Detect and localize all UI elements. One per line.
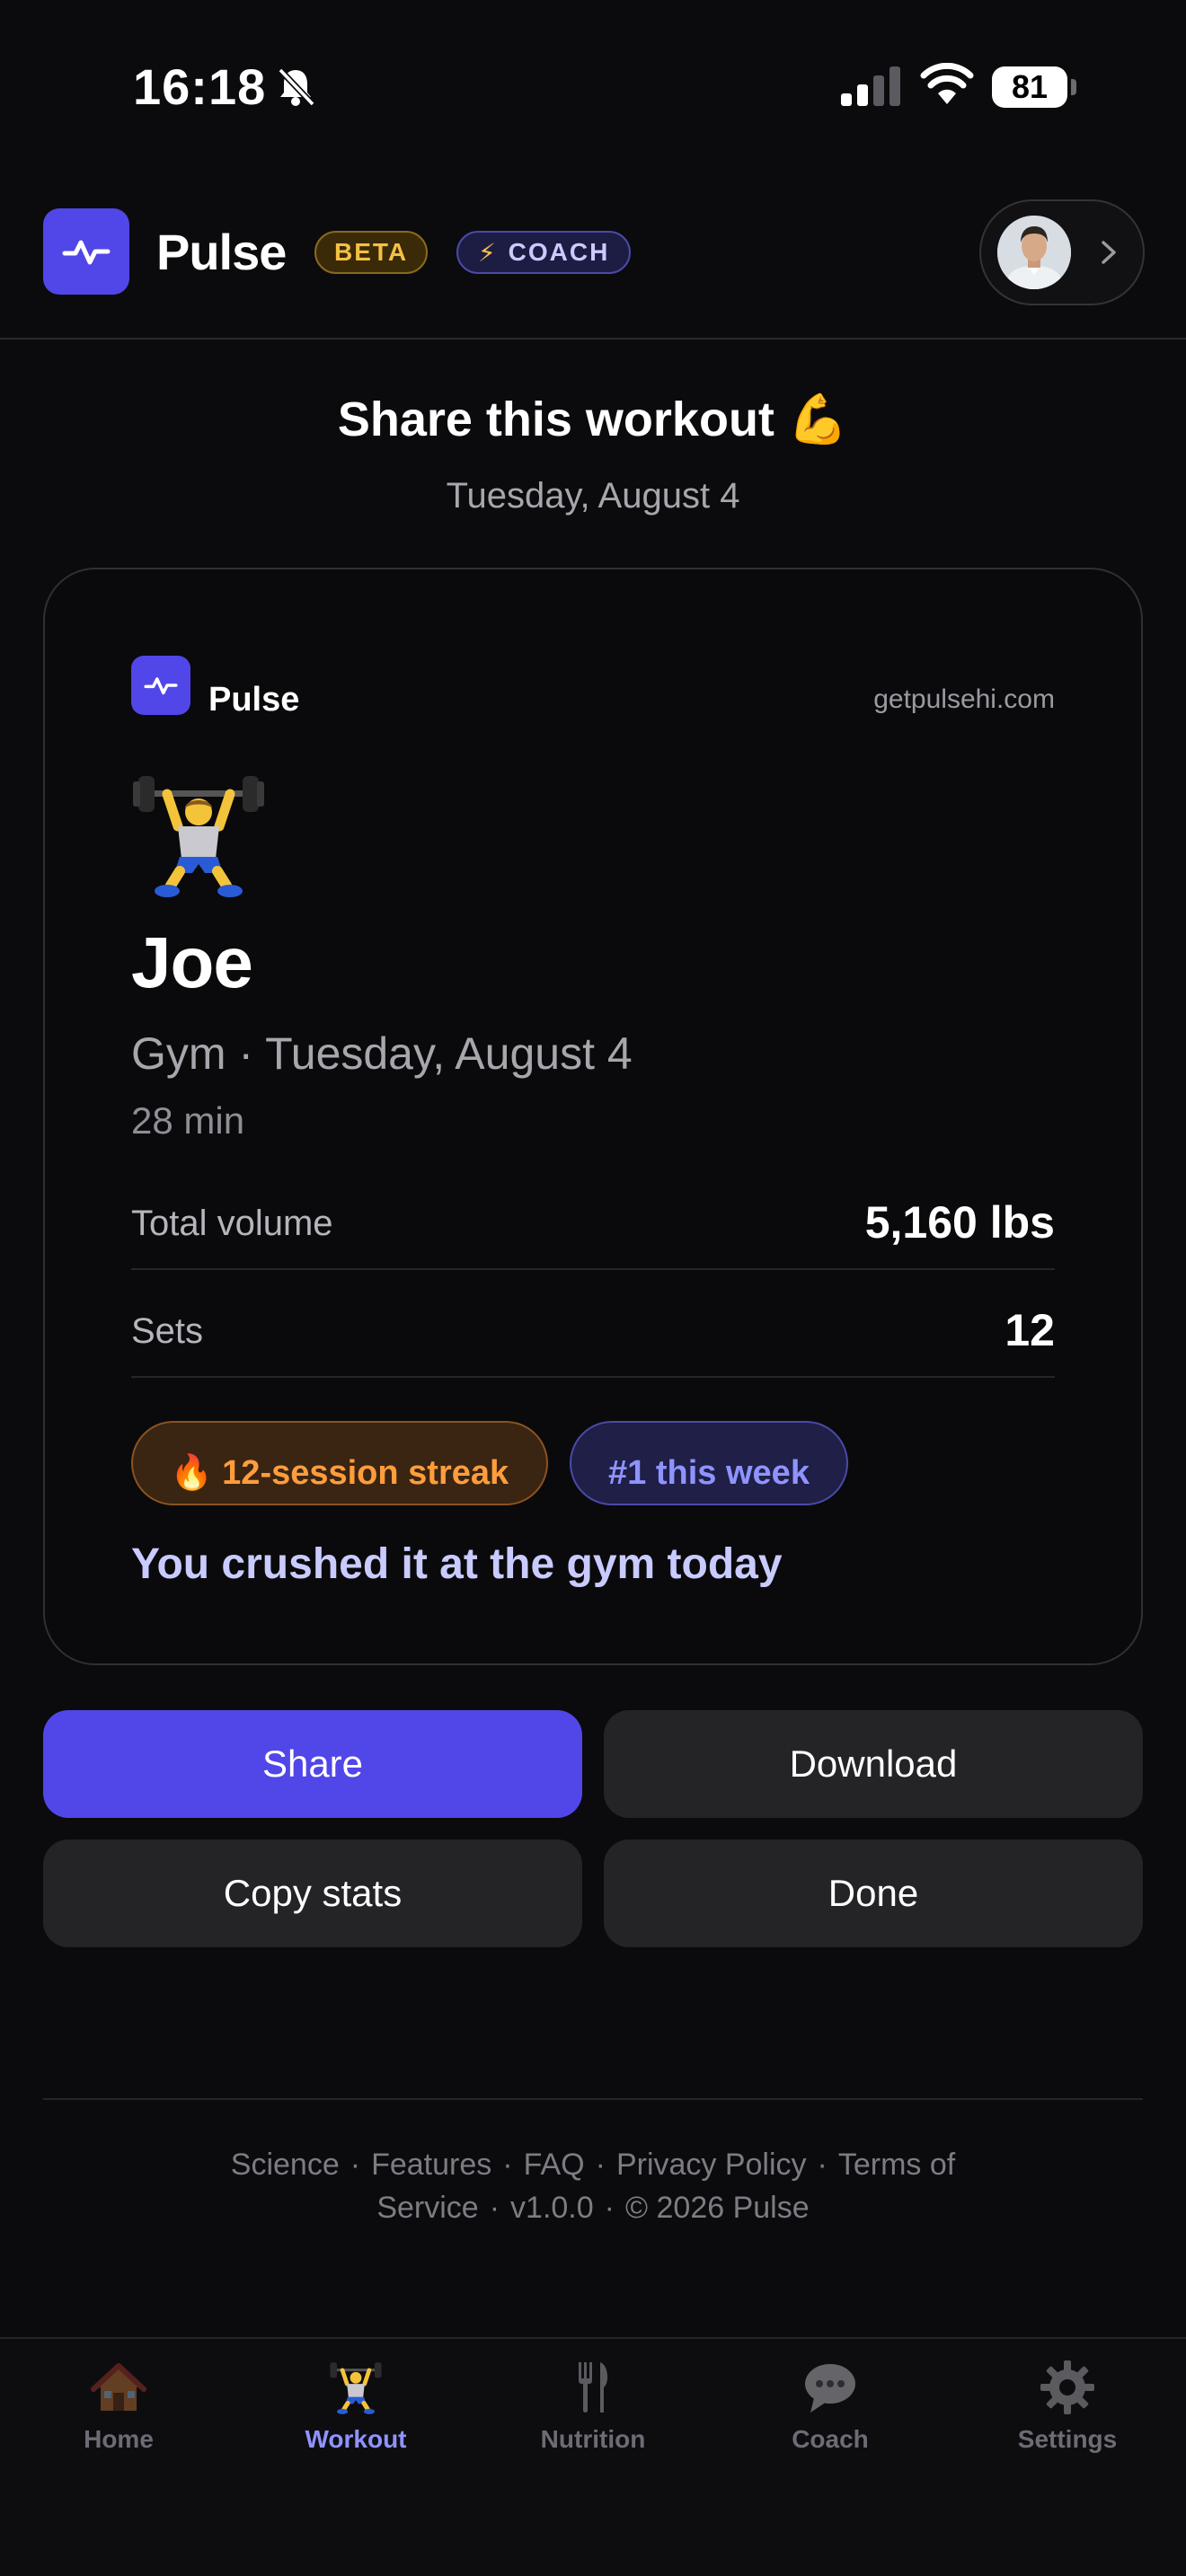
footer-link-privacy[interactable]: Privacy Policy (616, 2148, 807, 2182)
chevron-right-icon (1102, 241, 1116, 264)
fire-icon: 🔥 (170, 1454, 214, 1492)
speech-bubble-icon (805, 2364, 855, 2413)
profile-button[interactable] (979, 199, 1145, 305)
stat-label: Sets (131, 1311, 204, 1351)
stat-value: 12 (1005, 1305, 1055, 1355)
tab-label: Nutrition (540, 2425, 646, 2453)
stat-value: 5,160 lbs (864, 1197, 1055, 1248)
battery-cap (1071, 79, 1076, 95)
tab-settings[interactable]: Settings (949, 2359, 1186, 2484)
tab-nutrition[interactable]: Nutrition (474, 2359, 712, 2484)
done-button[interactable]: Done (604, 1839, 1143, 1947)
house-icon (91, 2363, 146, 2411)
streak-badge-label: 12-session streak (222, 1453, 509, 1492)
rank-badge: #1 this week (570, 1421, 848, 1505)
copy-stats-button[interactable]: Copy stats (43, 1839, 582, 1947)
footer-copyright: © 2026 Pulse (625, 2191, 810, 2225)
footer-links: Science · Features · FAQ · Privacy Policy · Term… (230, 2148, 956, 2225)
page-title: Share this workout 💪 (337, 393, 849, 446)
tab-workout[interactable]: Workout (237, 2359, 474, 2484)
share-button[interactable]: Share (43, 1710, 582, 1818)
tab-label: Coach (792, 2425, 869, 2453)
stat-row-total-volume: Total volume 5,160 lbs (131, 1162, 1055, 1270)
battery-level: 81 (1011, 68, 1049, 105)
page-subtitle-date: Tuesday, August 4 (446, 476, 740, 516)
tab-coach[interactable]: Coach (712, 2359, 949, 2484)
coach-badge-label: COACH (508, 238, 610, 266)
card-logo (131, 656, 190, 715)
share-card: Pulse getpulsehi.com Joe Gym · Tuesday, … (43, 568, 1143, 1665)
lightning-icon: ⚡ (478, 238, 498, 267)
app-name: Pulse (156, 224, 287, 280)
footer-link-features[interactable]: Features (371, 2148, 491, 2182)
footer-link-science[interactable]: Science (231, 2148, 340, 2182)
beta-badge: BETA (314, 231, 429, 274)
signal-icon (841, 66, 900, 106)
tab-label: Settings (1017, 2425, 1118, 2453)
download-button[interactable]: Download (604, 1710, 1143, 1818)
pulse-icon (144, 677, 178, 695)
rank-badge-label: #1 this week (608, 1453, 810, 1492)
stat-label: Total volume (131, 1204, 333, 1243)
tab-home[interactable]: Home (0, 2359, 237, 2484)
bell-off-icon (278, 67, 315, 107)
athlete-name: Joe (131, 922, 253, 1002)
tab-bar: Home Workout Nutrition Coach Settings (0, 2337, 1186, 2576)
avatar (997, 216, 1071, 289)
card-tagline: You crushed it at the gym today (131, 1540, 783, 1588)
coach-badge[interactable]: ⚡ COACH (456, 231, 632, 274)
footer-version: v1.0.0 (510, 2191, 594, 2225)
workout-duration: 28 min (131, 1099, 245, 1142)
workout-subtitle: Gym · Tuesday, August 4 (131, 1028, 633, 1079)
battery-indicator: 81 (992, 66, 1067, 108)
weightlifter-icon (330, 2362, 382, 2414)
weightlifter-icon (133, 776, 264, 897)
app-logo[interactable] (43, 208, 129, 295)
avatar-image (997, 216, 1071, 289)
card-app-name: Pulse (208, 681, 300, 719)
gear-icon (1040, 2360, 1094, 2414)
app-header: Pulse BETA ⚡ COACH (0, 180, 1186, 340)
card-url: getpulsehi.com (873, 684, 1055, 714)
status-time: 16:18 (133, 58, 267, 115)
tab-label: Home (84, 2425, 154, 2453)
tab-label: Workout (305, 2425, 407, 2453)
footer-link-faq[interactable]: FAQ (524, 2148, 585, 2182)
pulse-icon (62, 240, 111, 265)
footer-divider (43, 2098, 1143, 2100)
wifi-icon (920, 63, 974, 104)
fork-knife-icon (579, 2362, 608, 2413)
status-bar: 16:18 81 (0, 0, 1186, 171)
stat-row-sets: Sets 12 (131, 1270, 1055, 1378)
streak-badge: 🔥 12-session streak (131, 1421, 548, 1505)
